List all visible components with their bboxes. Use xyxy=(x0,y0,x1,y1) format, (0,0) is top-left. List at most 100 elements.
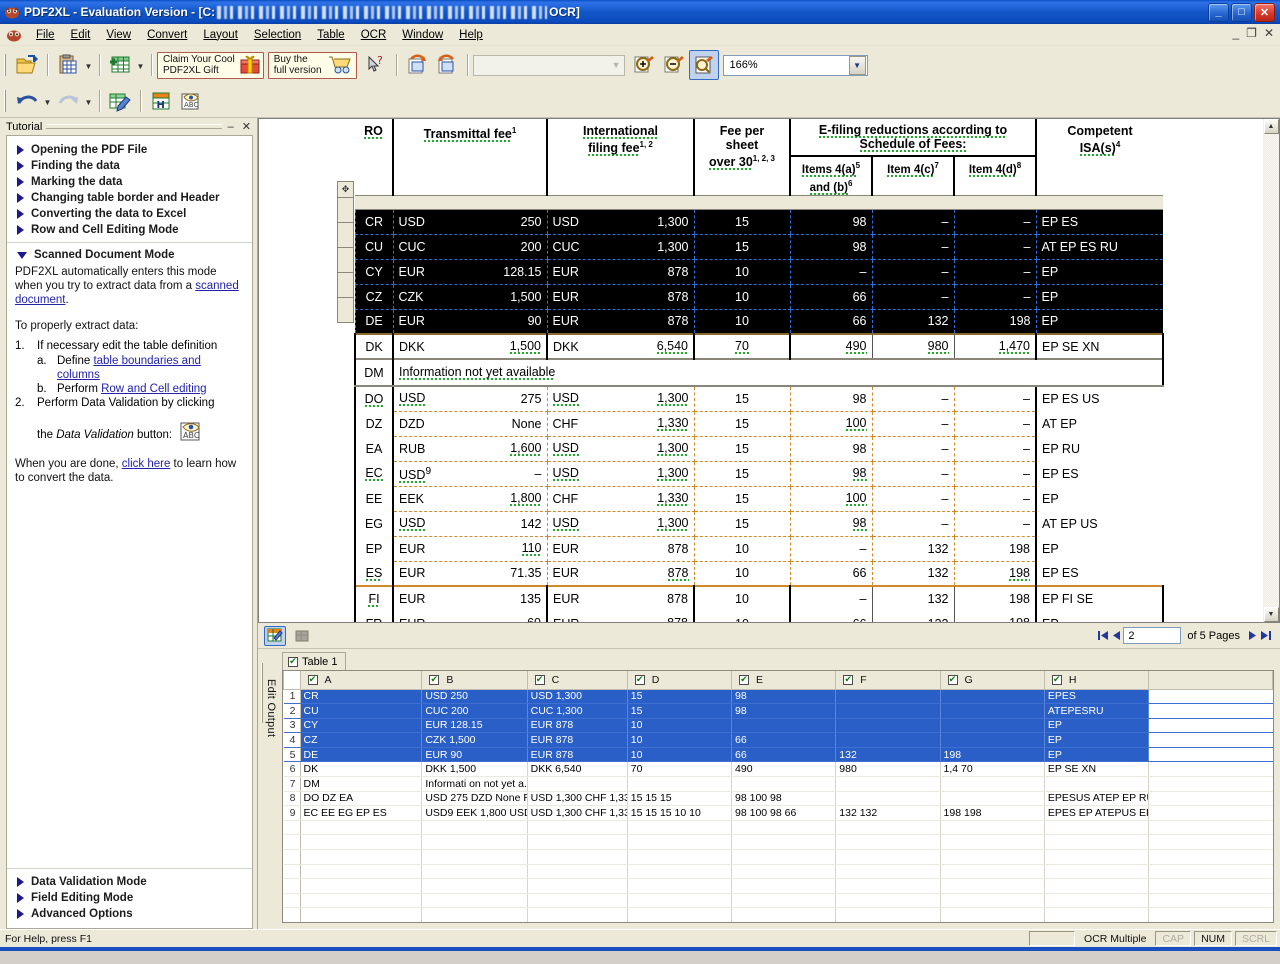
cell-item4c[interactable]: – xyxy=(871,510,955,537)
grid-cell-f[interactable] xyxy=(835,689,941,705)
cell-transmittal[interactable]: EUR 71.35 xyxy=(392,560,548,587)
grid-cell-d[interactable]: 10 xyxy=(627,732,733,748)
grid-cell-e[interactable]: 66 xyxy=(731,732,837,748)
help-pointer-button[interactable]: ? xyxy=(361,50,391,80)
cell-ro[interactable]: EP xyxy=(354,536,394,562)
next-page-button[interactable] xyxy=(1246,629,1259,643)
cell-item4d[interactable]: – xyxy=(953,410,1037,437)
cell-sheet[interactable]: 15 xyxy=(693,410,791,437)
maximize-button[interactable]: □ xyxy=(1231,2,1252,22)
grid-row[interactable]: 5 DE EUR 90 EUR 878 10 66 132 198 EP xyxy=(283,747,1273,763)
grid-cell-h[interactable] xyxy=(1044,878,1150,894)
row-number[interactable]: 4 xyxy=(283,732,301,748)
cell-sheet[interactable]: 10 xyxy=(693,284,790,310)
menu-view[interactable]: View xyxy=(98,26,139,44)
cell-isa[interactable]: EP ES xyxy=(1035,561,1163,587)
grid-cell-d[interactable] xyxy=(627,776,733,792)
cell-item4c[interactable]: – xyxy=(871,284,954,310)
grid-cell-a[interactable]: DO DZ EA xyxy=(300,791,423,807)
row-number[interactable]: 2 xyxy=(283,703,301,719)
grid-cell-b[interactable] xyxy=(421,834,528,851)
cell-sheet[interactable]: 15 xyxy=(693,234,790,260)
grid-cell-a[interactable]: CY xyxy=(300,718,423,734)
grid-cell-c[interactable]: USD 1,300 CHF 1,330 xyxy=(527,791,628,807)
grid-cell-e[interactable] xyxy=(732,923,836,924)
grid-cell-a[interactable]: DK xyxy=(300,761,423,778)
grid-cell-f[interactable] xyxy=(835,776,941,792)
grid-cell-f[interactable] xyxy=(835,893,941,909)
toolbar2-grip[interactable] xyxy=(4,89,8,112)
edit-output-vertical-tab[interactable]: Edit Output xyxy=(258,649,280,929)
table-row[interactable]: EG USD 142 USD 1,300 15 98 – – AT EP US xyxy=(354,510,1163,537)
cell-item4ab[interactable]: 66 xyxy=(789,284,872,310)
row-cell-editing-link[interactable]: Row and Cell editing xyxy=(101,383,206,395)
cell-isa[interactable]: AT EP xyxy=(1035,411,1163,437)
cell-international[interactable]: USD 1,300 xyxy=(546,209,694,235)
grid-cell-e[interactable] xyxy=(731,893,837,909)
cell-international[interactable]: EUR 878 xyxy=(546,560,695,587)
output-preview-button[interactable] xyxy=(292,626,312,646)
tutorial-close-button[interactable]: ✕ xyxy=(240,120,253,133)
cell-item4c[interactable]: – xyxy=(871,460,955,487)
row-handle[interactable] xyxy=(337,223,354,248)
tutorial-item-marking-data[interactable]: Marking the data xyxy=(7,174,252,190)
cell-item4c[interactable]: 132 xyxy=(872,586,955,612)
grid-cell-a[interactable]: DM xyxy=(300,776,423,792)
grid-cell-c[interactable] xyxy=(527,849,628,865)
cell-item4c[interactable]: – xyxy=(871,259,954,285)
column-c-checkbox[interactable]: ✔ xyxy=(534,674,545,685)
cell-item4ab[interactable]: – xyxy=(789,535,873,562)
grid-cell-c[interactable] xyxy=(527,893,628,909)
cell-international[interactable]: USD 1,300 xyxy=(546,510,695,537)
cell-item4c[interactable]: – xyxy=(871,234,954,260)
grid-cell-c[interactable] xyxy=(527,878,628,894)
cell-ro[interactable]: DZ xyxy=(354,411,394,437)
cell-sheet[interactable]: 10 xyxy=(693,560,791,587)
cell-sheet[interactable]: 10 xyxy=(694,611,791,622)
row-number[interactable] xyxy=(283,907,301,922)
grid-column-header-c[interactable]: ✔ C xyxy=(526,671,628,690)
grid-cell-d[interactable] xyxy=(627,907,733,922)
grid-cell-b[interactable]: USD 250 xyxy=(421,689,528,705)
cell-international[interactable]: EUR 878 xyxy=(547,586,695,612)
row-number[interactable] xyxy=(283,849,301,865)
grid-cell-d[interactable]: 15 15 15 10 10 xyxy=(627,805,733,821)
cell-international[interactable]: EUR 878 xyxy=(546,284,694,310)
undo-dropdown-arrow-icon[interactable]: ▼ xyxy=(42,87,53,115)
grid-cell-b[interactable]: Informati on not yet a.. xyxy=(421,776,528,792)
grid-cell-h[interactable]: EP SE XN xyxy=(1044,761,1150,778)
grid-column-header-b[interactable]: ✔ B xyxy=(421,671,528,690)
cell-isa[interactable]: AT EP US xyxy=(1035,511,1163,537)
paste-table-button[interactable] xyxy=(53,50,83,80)
grid-cell-e[interactable] xyxy=(731,776,837,792)
cell-isa[interactable]: EP FI SE xyxy=(1036,586,1164,612)
grid-cell-c[interactable]: DKK 6,540 xyxy=(527,761,628,778)
last-page-button[interactable] xyxy=(1259,629,1272,643)
menu-table[interactable]: Table xyxy=(309,26,353,44)
grid-cell-d[interactable] xyxy=(627,834,733,851)
cell-ro[interactable]: EE xyxy=(354,486,394,512)
grid-cell-h[interactable] xyxy=(1044,893,1150,909)
grid-cell-e[interactable]: 66 xyxy=(731,747,837,763)
cell-transmittal[interactable]: EUR 135 xyxy=(393,586,548,612)
grid-cell-d[interactable]: 15 xyxy=(627,689,733,705)
cell-transmittal[interactable]: EUR 60 xyxy=(393,611,548,622)
mdi-close-button[interactable]: ✕ xyxy=(1264,27,1274,39)
grid-cell-d[interactable]: 15 15 15 xyxy=(627,791,733,807)
mdi-minimize-button[interactable]: _ xyxy=(1232,27,1239,39)
cell-item4d[interactable]: – xyxy=(953,510,1037,537)
menu-file[interactable]: File xyxy=(28,26,63,44)
cell-ro[interactable]: EA xyxy=(354,436,394,462)
edit-table-button[interactable] xyxy=(105,86,135,116)
grid-cell-a[interactable] xyxy=(300,849,423,865)
grid-corner-header[interactable] xyxy=(283,671,301,690)
toolbar-grip[interactable] xyxy=(4,54,8,76)
cell-item4d[interactable]: 198 xyxy=(953,535,1037,562)
cell-item4ab[interactable]: 66 xyxy=(790,611,873,622)
cell-sheet[interactable]: 15 xyxy=(693,485,791,512)
previous-page-button[interactable] xyxy=(1110,629,1123,643)
grid-cell-c[interactable]: USD 1,300 CHF 1,330 xyxy=(527,805,628,821)
grid-cell-h[interactable]: EPES xyxy=(1044,689,1150,705)
zoom-level-select[interactable]: 166% ▼ xyxy=(722,54,868,76)
grid-cell-h[interactable] xyxy=(1044,923,1148,924)
